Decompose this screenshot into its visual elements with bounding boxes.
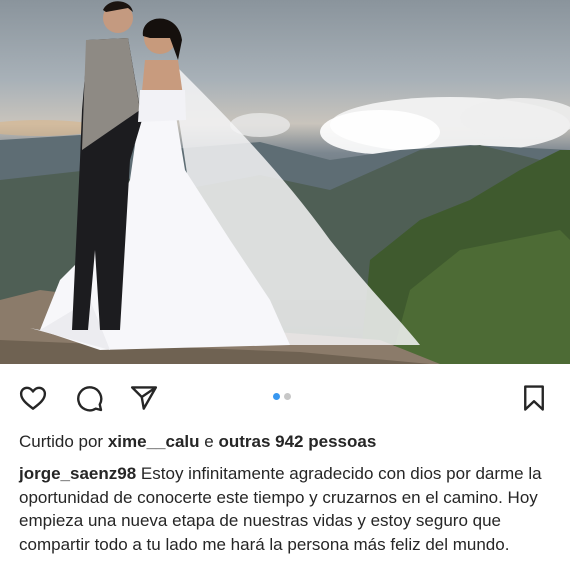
comment-icon [77,386,103,412]
heart-icon [19,386,47,410]
like-button[interactable] [16,381,50,415]
comment-button[interactable] [72,381,106,415]
send-icon [130,386,158,410]
post-caption: jorge_saenz98 Estoy infinitamente agrade… [19,462,559,556]
likes-others-link[interactable]: outras 942 pessoas [218,432,376,451]
likes-prefix: Curtido por [19,432,104,451]
share-button[interactable] [127,381,161,415]
carousel-dot [284,393,291,400]
caption-username[interactable]: jorge_saenz98 [19,464,136,483]
carousel-indicator [273,393,291,400]
wedding-photo [0,1,570,364]
save-button[interactable] [517,381,551,415]
post-image[interactable] [0,0,570,364]
likes-user-link[interactable]: xime__calu [108,432,200,451]
likes-summary: Curtido por xime__calu e outras 942 pess… [19,432,376,452]
likes-connector: e [204,432,214,451]
carousel-dot-active [273,393,280,400]
post-action-bar [0,364,570,430]
bookmark-icon [524,385,544,411]
